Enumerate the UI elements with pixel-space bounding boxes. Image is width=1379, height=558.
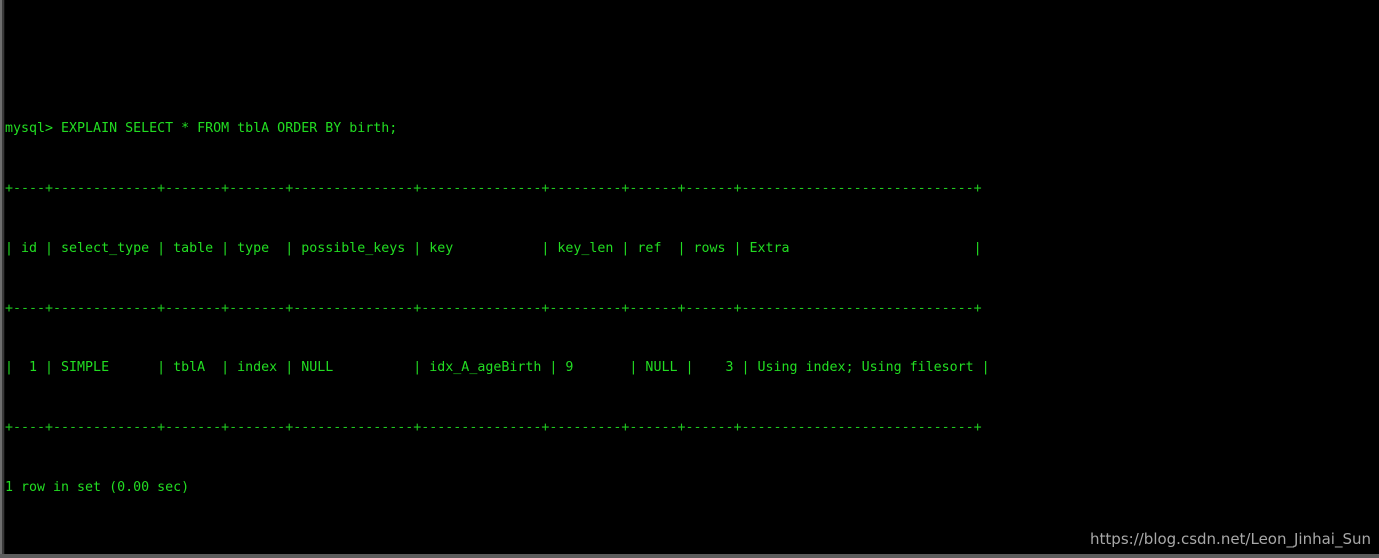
- watermark-url: https://blog.csdn.net/Leon_Jinhai_Sun: [1090, 530, 1371, 548]
- result-status-line: 1 row in set (0.00 sec): [5, 479, 190, 495]
- terminal-console-output[interactable]: mysql> EXPLAIN SELECT * FROM tblA ORDER …: [5, 0, 1379, 558]
- table-header-row: | id | select_type | table | type | poss…: [5, 240, 982, 256]
- table-rule-mid: +----+-------------+-------+-------+----…: [5, 300, 982, 316]
- table-data-row: | 1 | SIMPLE | tblA | index | NULL | idx…: [5, 360, 990, 376]
- query-block: mysql> EXPLAIN SELECT * FROM tblA ORDER …: [5, 80, 1379, 538]
- table-rule-top: +----+-------------+-------+-------+----…: [5, 181, 982, 197]
- table-rule-bottom: +----+-------------+-------+-------+----…: [5, 419, 982, 435]
- window-bottom-frame: [0, 554, 1379, 558]
- mysql-terminal-window[interactable]: mysql> EXPLAIN SELECT * FROM tblA ORDER …: [0, 0, 1379, 558]
- command-line[interactable]: mysql> EXPLAIN SELECT * FROM tblA ORDER …: [5, 119, 1379, 139]
